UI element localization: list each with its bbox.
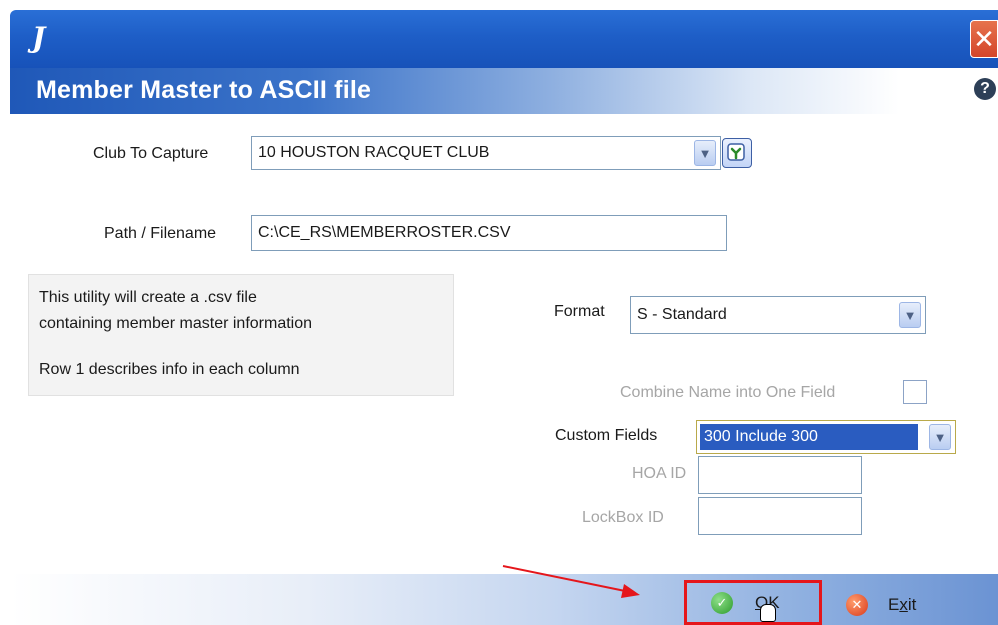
club-select[interactable]: 10 HOUSTON RACQUET CLUB ▼ (251, 136, 721, 170)
exit-label: Exit (888, 595, 917, 614)
custom-fields-value: 300 Include 300 (700, 424, 918, 450)
chevron-down-icon[interactable]: ▼ (694, 140, 716, 166)
format-label: Format (554, 303, 605, 320)
close-icon: ✕ (973, 24, 995, 54)
lookup-icon (727, 143, 745, 161)
hand-cursor-icon (760, 604, 776, 622)
lockbox-id-input[interactable] (698, 497, 862, 535)
ok-button[interactable]: ✓ OK (684, 580, 822, 625)
info-line: This utility will create a .csv file (39, 289, 257, 306)
club-value: 10 HOUSTON RACQUET CLUB (258, 144, 490, 161)
app-logo-icon: J (32, 21, 46, 54)
lookup-button[interactable] (722, 138, 752, 168)
close-circle-icon: ✕ (846, 594, 868, 616)
close-button[interactable]: ✕ (970, 20, 998, 58)
lockbox-id-label: LockBox ID (582, 509, 664, 526)
path-value: C:\CE_RS\MEMBERROSTER.CSV (258, 224, 511, 241)
hoa-id-label: HOA ID (632, 465, 687, 482)
header-band: Member Master to ASCII file ? (10, 68, 998, 114)
title-bar: J ✕ (10, 10, 998, 68)
exit-button[interactable]: ✕ Exit (846, 590, 946, 620)
chevron-down-icon[interactable]: ▼ (929, 424, 951, 450)
custom-fields-label: Custom Fields (555, 427, 658, 444)
format-value: S - Standard (637, 306, 727, 323)
path-input[interactable]: C:\CE_RS\MEMBERROSTER.CSV (251, 215, 727, 251)
chevron-down-icon[interactable]: ▼ (899, 302, 921, 328)
check-circle-icon: ✓ (711, 591, 733, 614)
info-box: This utility will create a .csv file con… (28, 274, 454, 396)
format-select[interactable]: S - Standard ▼ (630, 296, 926, 334)
info-line: Row 1 describes info in each column (39, 361, 300, 378)
help-icon[interactable]: ? (974, 78, 996, 100)
club-label: Club To Capture (93, 145, 209, 162)
custom-fields-select[interactable]: 300 Include 300 ▼ (696, 420, 956, 454)
combine-name-label: Combine Name into One Field (620, 384, 836, 401)
info-line: containing member master information (39, 315, 313, 332)
path-label: Path / Filename (104, 225, 217, 242)
window-title: Member Master to ASCII file (36, 76, 372, 104)
hoa-id-input[interactable] (698, 456, 862, 494)
combine-name-checkbox[interactable] (903, 380, 927, 404)
